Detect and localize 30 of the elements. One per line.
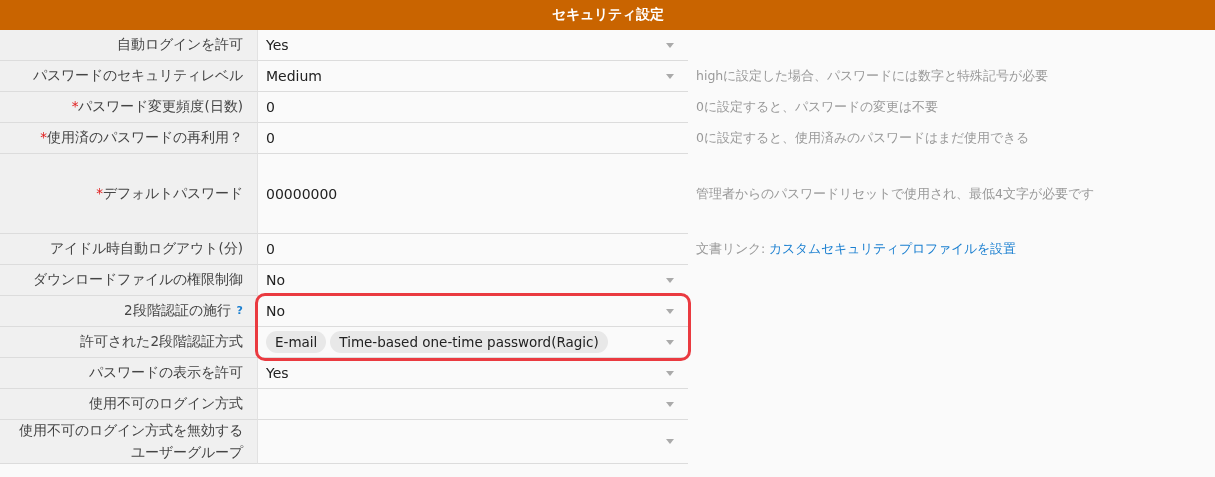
hint-text: 文書リンク: カスタムセキュリティプロファイルを設置 <box>696 241 1017 258</box>
caret-icon <box>666 339 674 345</box>
hint-text: highに設定した場合、パスワードには数字と特殊記号が必要 <box>696 68 1049 85</box>
hint-text: 0に設定すると、パスワードの変更は不要 <box>696 99 938 116</box>
field-label: 使用不可のログイン方式 <box>89 394 243 414</box>
tag-chip: Time-based one-time password(Ragic) <box>330 331 608 353</box>
field-label: *デフォルトパスワード <box>96 183 243 203</box>
field-label: 自動ログインを許可 <box>117 35 243 55</box>
caret-icon <box>666 370 674 376</box>
hint-text: 0に設定すると、使用済みのパスワードはまだ使用できる <box>696 130 1029 147</box>
field-label: パスワードの表示を許可 <box>89 363 243 383</box>
field-label: 2段階認証の施行 <box>124 301 231 321</box>
help-link[interactable]: ? <box>236 302 243 320</box>
field-label: 許可された2段階認証方式 <box>80 332 243 352</box>
field-label: *パスワード変更頻度(日数) <box>71 97 243 117</box>
section-title: セキュリティ設定 <box>551 6 664 24</box>
field-label: パスワードのセキュリティレベル <box>33 66 243 86</box>
hint-text: 管理者からのパスワードリセットで使用され、最低4文字が必要です <box>696 185 1094 203</box>
doc-link[interactable]: カスタムセキュリティプロファイルを設置 <box>769 241 1017 256</box>
tag-chip: E-mail <box>266 331 327 353</box>
field-label: アイドル時自動ログアウト(分) <box>50 239 243 259</box>
caret-icon <box>666 42 674 48</box>
field-label: ダウンロードファイルの権限制御 <box>33 270 243 290</box>
caret-icon <box>666 308 674 314</box>
field-label: 使用不可のログイン方式を無効するユーザーグループ <box>18 421 243 462</box>
caret-icon <box>666 439 674 445</box>
caret-icon <box>666 401 674 407</box>
field-label: *使用済のパスワードの再利用？ <box>40 128 243 148</box>
caret-icon <box>666 277 674 283</box>
caret-icon <box>666 73 674 79</box>
